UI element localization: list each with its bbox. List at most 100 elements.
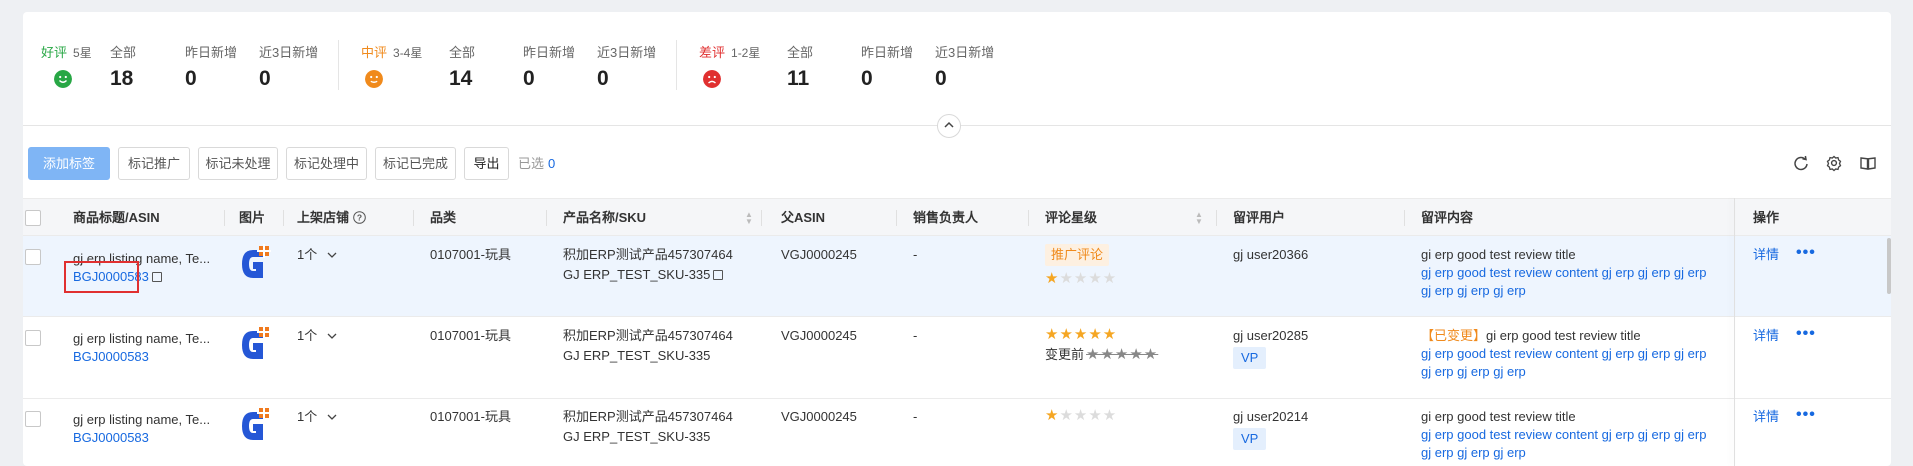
mark-unprocessed-button[interactable]: 标记未处理 bbox=[198, 147, 278, 180]
review-content[interactable]: gj erp good test review content gj erp g… bbox=[1421, 426, 1706, 444]
reviewer-name: gj user20285 bbox=[1233, 328, 1309, 343]
stats-divider bbox=[676, 40, 677, 90]
bad-3day-count: 0 bbox=[935, 67, 947, 90]
vp-badge: VP bbox=[1233, 428, 1267, 450]
review-content[interactable]: gj erp good test review content gj erp g… bbox=[1421, 345, 1706, 363]
good-all-label: 全部 bbox=[110, 45, 137, 60]
mark-done-button[interactable]: 标记已完成 bbox=[375, 147, 456, 180]
mid-yesterday-count: 0 bbox=[523, 67, 535, 90]
export-button[interactable]: 导出 bbox=[464, 147, 509, 180]
listing-title: gj erp listing name, Te... bbox=[73, 331, 211, 346]
sort-icon[interactable]: ▲ ▼ bbox=[745, 211, 753, 226]
product-image[interactable] bbox=[236, 406, 272, 446]
header-category: 品类 bbox=[430, 210, 457, 225]
reviewer-name: gj user20214 bbox=[1233, 409, 1309, 424]
refresh-icon[interactable] bbox=[1792, 154, 1810, 172]
header-reviewer: 留评用户 bbox=[1233, 210, 1286, 225]
detail-link[interactable]: 详情 bbox=[1753, 327, 1779, 345]
bad-all-count: 11 bbox=[787, 67, 810, 90]
asin-link[interactable]: BGJ0000583 bbox=[73, 429, 149, 447]
header-title-asin: 商品标题/ASIN bbox=[73, 210, 160, 225]
sort-icon[interactable]: ▲ ▼ bbox=[1195, 211, 1203, 226]
chevron-down-icon bbox=[327, 333, 337, 339]
star-rating: ★★★★★ bbox=[1045, 326, 1118, 343]
listing-title: gj erp listing name, Te... bbox=[73, 412, 211, 427]
table-row[interactable]: gj erp listing name, Te... BGJ0000583 1个… bbox=[23, 236, 1891, 317]
mid-3day-count: 0 bbox=[597, 67, 609, 90]
parent-asin: VGJ0000245 bbox=[781, 247, 857, 262]
category-cell: 0107001-玩具 bbox=[430, 409, 511, 424]
more-icon[interactable]: ••• bbox=[1796, 244, 1816, 262]
collapse-button[interactable] bbox=[937, 114, 961, 138]
review-content-more[interactable]: gj erp gj erp gj erp bbox=[1421, 282, 1526, 300]
copy-icon[interactable] bbox=[151, 272, 162, 282]
selected-count: 已选 0 bbox=[518, 147, 555, 180]
help-icon[interactable]: ? bbox=[352, 211, 366, 224]
mark-processing-button[interactable]: 标记处理中 bbox=[286, 147, 367, 180]
detail-link[interactable]: 详情 bbox=[1753, 408, 1779, 426]
review-title: gi erp good test review title bbox=[1421, 409, 1576, 424]
mid-all-label: 全部 bbox=[449, 45, 476, 60]
asin-link[interactable]: BGJ0000583 bbox=[73, 348, 149, 366]
bad-label: 差评 bbox=[699, 45, 726, 60]
highlight-box bbox=[64, 261, 139, 293]
chevron-up-icon bbox=[944, 121, 954, 128]
good-3day-count: 0 bbox=[259, 67, 271, 90]
parent-asin: VGJ0000245 bbox=[781, 409, 857, 424]
previous-rating: 变更前 ★★★★★ bbox=[1045, 346, 1159, 363]
table-row[interactable]: gj erp listing name, Te... BGJ0000583 1个… bbox=[23, 318, 1891, 399]
selected-label: 已选 bbox=[518, 156, 545, 171]
chevron-down-icon bbox=[327, 252, 337, 258]
header-parent-asin: 父ASIN bbox=[781, 210, 826, 225]
add-tag-button[interactable]: 添加标签 bbox=[28, 147, 110, 180]
select-all-checkbox[interactable] bbox=[25, 210, 41, 226]
bad-yesterday-count: 0 bbox=[861, 67, 873, 90]
review-content-more[interactable]: gj erp gj erp gj erp bbox=[1421, 363, 1526, 381]
product-name: 积加ERP测试产品457307464 bbox=[563, 247, 733, 262]
bad-stars: 1-2星 bbox=[731, 46, 761, 60]
review-content[interactable]: gj erp good test review content gj erp g… bbox=[1421, 264, 1706, 282]
review-content-more[interactable]: gj erp gj erp gj erp bbox=[1421, 444, 1526, 462]
detail-link[interactable]: 详情 bbox=[1753, 246, 1779, 264]
fixed-column-divider bbox=[1734, 198, 1735, 466]
sku-cell: GJ ERP_TEST_SKU-335 bbox=[563, 348, 711, 363]
review-title: 【已变更】gi erp good test review title bbox=[1421, 328, 1641, 343]
store-dropdown[interactable]: 1个 bbox=[297, 408, 337, 426]
copy-icon[interactable] bbox=[713, 270, 724, 280]
category-cell: 0107001-玩具 bbox=[430, 328, 511, 343]
review-title: gi erp good test review title bbox=[1421, 247, 1576, 262]
header-rating: 评论星级 bbox=[1045, 210, 1098, 225]
stats-divider bbox=[338, 40, 339, 90]
product-image[interactable] bbox=[236, 325, 272, 365]
store-dropdown[interactable]: 1个 bbox=[297, 246, 337, 264]
chevron-down-icon bbox=[327, 414, 337, 420]
mid-3day-label: 近3日新增 bbox=[597, 45, 657, 60]
bad-3day-label: 近3日新增 bbox=[935, 45, 995, 60]
mid-label: 中评 bbox=[361, 45, 388, 60]
more-icon[interactable]: ••• bbox=[1796, 406, 1816, 424]
store-dropdown[interactable]: 1个 bbox=[297, 327, 337, 345]
good-yesterday-label: 昨日新增 bbox=[185, 45, 238, 60]
category-cell: 0107001-玩具 bbox=[430, 247, 511, 262]
reviews-card: 好评 5星 全部 18 昨日新增 0 近3日新增 0 中评 3-4星 全部 14… bbox=[23, 12, 1891, 466]
mark-promo-button[interactable]: 标记推广 bbox=[118, 147, 190, 180]
settings-icon[interactable] bbox=[1825, 154, 1843, 172]
table-header: 商品标题/ASIN 图片 上架店铺 ? 品类 产品名称/SKU ▲ ▼ 父ASIN… bbox=[23, 198, 1891, 236]
sad-face-icon bbox=[703, 70, 721, 88]
product-name: 积加ERP测试产品457307464 bbox=[563, 409, 733, 424]
good-stars: 5星 bbox=[73, 46, 92, 60]
row-checkbox[interactable] bbox=[25, 411, 41, 427]
product-image[interactable] bbox=[236, 244, 272, 284]
header-actions: 操作 bbox=[1753, 210, 1780, 225]
columns-icon[interactable] bbox=[1859, 154, 1877, 172]
more-icon[interactable]: ••• bbox=[1796, 325, 1816, 343]
row-checkbox[interactable] bbox=[25, 330, 41, 346]
vp-badge: VP bbox=[1233, 347, 1267, 369]
row-checkbox[interactable] bbox=[25, 249, 41, 265]
vertical-scrollbar[interactable] bbox=[1887, 238, 1891, 294]
header-image: 图片 bbox=[239, 210, 266, 225]
table-row[interactable]: gj erp listing name, Te... BGJ0000583 1个… bbox=[23, 400, 1891, 466]
mid-stars: 3-4星 bbox=[393, 46, 423, 60]
bad-yesterday-label: 昨日新增 bbox=[861, 45, 914, 60]
selected-number: 0 bbox=[548, 156, 556, 171]
